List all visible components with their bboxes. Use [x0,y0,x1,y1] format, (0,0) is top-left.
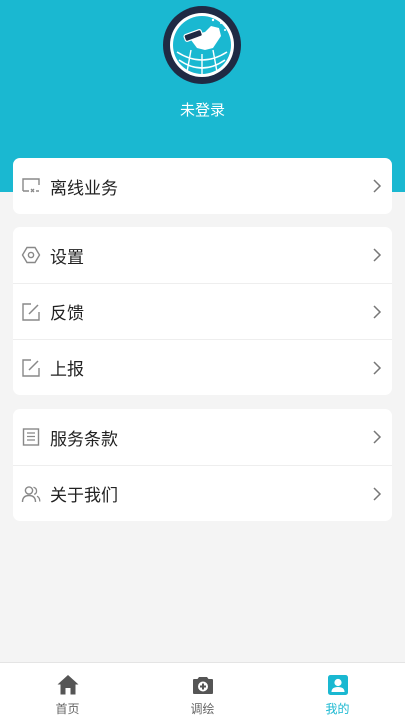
document-icon [22,428,40,446]
chevron-right-icon [373,487,382,501]
menu-item-label: 上报 [50,360,84,380]
tab-survey[interactable]: 调绘 [135,663,270,721]
edit-icon [22,303,40,321]
tab-home[interactable]: 首页 [0,663,135,721]
menu-item-report[interactable]: 上报 [13,339,392,395]
logo-icon [170,13,234,77]
menu-item-settings[interactable]: 设置 [13,227,392,283]
menu-item-label: 离线业务 [50,178,118,199]
tab-label: 首页 [55,702,80,716]
menu-item-label: 设置 [50,247,84,268]
menu-item-label: 服务条款 [50,429,118,450]
menu-card-offline: 离线业务 [13,158,392,214]
tab-mine[interactable]: 我的 [270,663,405,721]
edit-icon [22,359,40,377]
menu-card-settings: 设置 反馈 上报 [13,227,392,395]
camera-icon [192,677,213,694]
menu-item-terms[interactable]: 服务条款 [13,409,392,465]
chevron-right-icon [373,305,382,319]
profile-icon [327,675,348,695]
tab-label: 调绘 [190,702,215,716]
bottom-tab-bar: 首页 调绘 我的 [0,662,405,721]
menu-item-label: 反馈 [50,304,84,324]
menu-item-feedback[interactable]: 反馈 [13,283,392,339]
menu-card-info: 服务条款 关于我们 [13,409,392,521]
menu-item-label: 关于我们 [50,486,118,506]
offline-icon [22,178,40,193]
chevron-right-icon [373,430,382,444]
chevron-right-icon [373,179,382,193]
chevron-right-icon [373,361,382,375]
menu-item-about[interactable]: 关于我们 [13,465,392,521]
home-icon [57,675,78,695]
tab-label: 我的 [325,702,350,716]
chevron-right-icon [373,248,382,262]
settings-hex-icon [21,246,41,264]
login-status-text[interactable]: 未登录 [0,99,405,120]
avatar[interactable] [163,6,241,84]
users-icon [21,486,41,503]
menu-item-offline[interactable]: 离线业务 [13,158,392,214]
